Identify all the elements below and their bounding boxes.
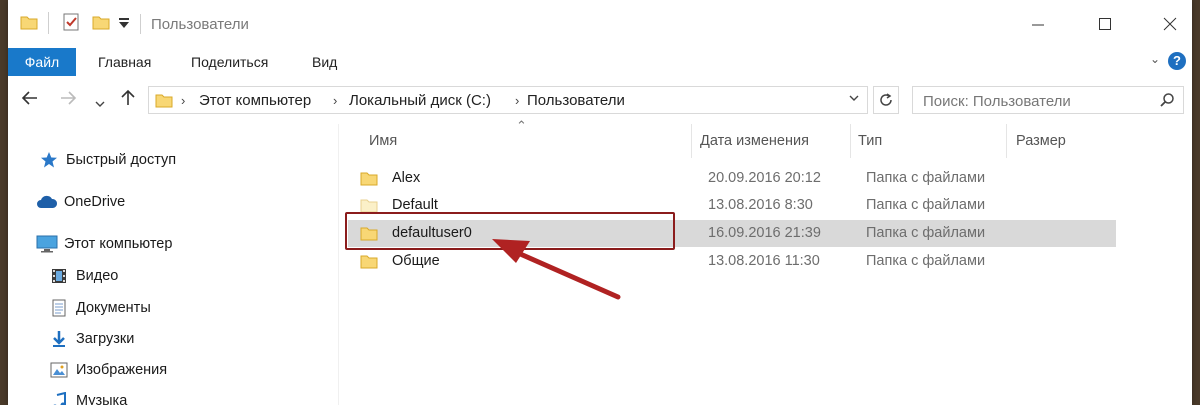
nav-item-label: Видео bbox=[76, 268, 119, 284]
file-list: ⌃ Имя Дата изменения Тип Размер Alex 20.… bbox=[348, 118, 1192, 405]
file-date: 13.08.2016 8:30 bbox=[708, 197, 813, 213]
maximize-button[interactable] bbox=[1093, 12, 1117, 36]
refresh-button[interactable] bbox=[873, 86, 899, 114]
folder-icon bbox=[360, 199, 378, 213]
computer-icon bbox=[36, 234, 58, 254]
title-bar: Пользователи bbox=[8, 0, 1192, 48]
close-icon bbox=[1163, 17, 1177, 31]
back-button[interactable] bbox=[20, 88, 40, 114]
explorer-window: Пользователи Файл Главная Поделиться Вид… bbox=[8, 0, 1192, 405]
file-date: 20.09.2016 20:12 bbox=[708, 170, 821, 186]
file-name: Alex bbox=[392, 170, 421, 186]
nav-item-label: Быстрый доступ bbox=[66, 152, 177, 168]
column-header-size[interactable]: Размер bbox=[1016, 124, 1066, 158]
file-type: Папка с файлами bbox=[866, 253, 986, 269]
address-bar[interactable]: › Этот компьютер › Локальный диск (C:) ›… bbox=[148, 86, 868, 114]
qa-divider bbox=[48, 12, 49, 34]
nav-item-music[interactable]: Музыка bbox=[48, 388, 127, 405]
recent-locations-button[interactable] bbox=[94, 92, 106, 115]
help-icon[interactable]: ? bbox=[1168, 52, 1186, 70]
folder-icon[interactable] bbox=[20, 14, 38, 35]
maximize-icon bbox=[1099, 18, 1111, 30]
nav-item-onedrive[interactable]: OneDrive bbox=[36, 189, 125, 215]
forward-button[interactable] bbox=[58, 88, 78, 114]
breadcrumb-users[interactable]: Пользователи bbox=[527, 92, 625, 109]
star-icon bbox=[38, 150, 60, 170]
column-divider[interactable] bbox=[850, 124, 851, 158]
tab-share[interactable]: Поделиться bbox=[191, 48, 268, 76]
breadcrumb-separator-icon[interactable]: › bbox=[181, 93, 185, 108]
downloads-icon bbox=[48, 329, 70, 349]
file-type: Папка с файлами bbox=[866, 197, 986, 213]
video-icon bbox=[48, 266, 70, 286]
back-arrow-icon bbox=[21, 91, 37, 105]
breadcrumb-this-pc[interactable]: Этот компьютер bbox=[199, 92, 311, 109]
column-header-name[interactable]: Имя bbox=[369, 124, 397, 158]
customize-toolbar-icon[interactable] bbox=[118, 16, 130, 34]
nav-item-label: Музыка bbox=[76, 393, 128, 405]
column-header-type[interactable]: Тип bbox=[858, 124, 882, 158]
column-divider[interactable] bbox=[691, 124, 692, 158]
breadcrumb-local-disk[interactable]: Локальный диск (C:) bbox=[349, 92, 491, 109]
folder-icon bbox=[155, 94, 173, 108]
table-row[interactable]: Alex 20.09.2016 20:12 Папка с файлами bbox=[348, 165, 1098, 192]
annotation-arrow-icon bbox=[492, 239, 621, 300]
nav-item-quick-access[interactable]: Быстрый доступ bbox=[38, 147, 176, 173]
column-divider[interactable] bbox=[1006, 124, 1007, 158]
file-date: 13.08.2016 11:30 bbox=[708, 253, 820, 269]
tab-file[interactable]: Файл bbox=[8, 48, 76, 76]
table-row[interactable]: Общие 13.08.2016 11:30 Папка с файлами bbox=[348, 248, 1098, 275]
folder-icon bbox=[360, 255, 378, 269]
cloud-icon bbox=[36, 192, 58, 212]
minimize-icon bbox=[1032, 24, 1044, 26]
chevron-down-icon bbox=[95, 101, 105, 107]
nav-item-label: Этот компьютер bbox=[64, 236, 173, 252]
properties-icon[interactable] bbox=[62, 13, 80, 36]
refresh-icon bbox=[880, 93, 892, 106]
navigation-pane: Быстрый доступ OneDrive Этот компьютер В… bbox=[8, 124, 338, 405]
nav-item-documents[interactable]: Документы bbox=[48, 295, 151, 321]
chevron-down-icon bbox=[849, 95, 859, 101]
pane-divider[interactable] bbox=[338, 124, 339, 405]
column-header-date[interactable]: Дата изменения bbox=[700, 124, 809, 158]
close-button[interactable] bbox=[1158, 12, 1182, 36]
nav-item-video[interactable]: Видео bbox=[48, 263, 118, 289]
pictures-icon bbox=[48, 360, 70, 380]
search-input[interactable] bbox=[913, 87, 1165, 115]
nav-item-label: Изображения bbox=[76, 362, 168, 378]
up-arrow-icon bbox=[121, 89, 135, 105]
tab-view[interactable]: Вид bbox=[312, 48, 337, 76]
file-type: Папка с файлами bbox=[866, 225, 986, 241]
breadcrumb-separator-icon[interactable]: › bbox=[333, 93, 337, 108]
minimize-button[interactable] bbox=[1026, 12, 1050, 36]
nav-item-label: Документы bbox=[76, 300, 151, 316]
forward-arrow-icon bbox=[61, 91, 77, 105]
search-icon[interactable] bbox=[1159, 92, 1175, 113]
documents-icon bbox=[48, 298, 70, 318]
file-type: Папка с файлами bbox=[866, 170, 986, 186]
title-divider bbox=[140, 14, 141, 34]
search-box[interactable] bbox=[912, 86, 1184, 115]
address-history-dropdown[interactable] bbox=[848, 92, 860, 106]
nav-item-label: Загрузки bbox=[76, 331, 135, 347]
ribbon-tabs: Файл Главная Поделиться Вид ⌄ ? bbox=[8, 48, 1192, 77]
new-folder-icon[interactable] bbox=[92, 14, 110, 35]
nav-item-this-pc[interactable]: Этот компьютер bbox=[36, 231, 172, 257]
music-icon bbox=[48, 391, 70, 405]
nav-item-pictures[interactable]: Изображения bbox=[48, 357, 167, 383]
folder-icon bbox=[360, 172, 378, 186]
nav-item-label: OneDrive bbox=[64, 194, 126, 210]
breadcrumb-separator-icon[interactable]: › bbox=[515, 93, 519, 108]
file-date: 16.09.2016 21:39 bbox=[708, 225, 821, 241]
tab-home[interactable]: Главная bbox=[98, 48, 151, 76]
expand-ribbon-icon[interactable]: ⌄ bbox=[1150, 52, 1160, 66]
up-button[interactable] bbox=[118, 88, 138, 114]
sort-ascending-icon: ⌃ bbox=[516, 118, 527, 133]
window-title: Пользователи bbox=[151, 16, 249, 33]
nav-item-downloads[interactable]: Загрузки bbox=[48, 326, 134, 352]
file-name: Общие bbox=[392, 253, 440, 269]
navigation-bar: › Этот компьютер › Локальный диск (C:) ›… bbox=[8, 76, 1192, 124]
